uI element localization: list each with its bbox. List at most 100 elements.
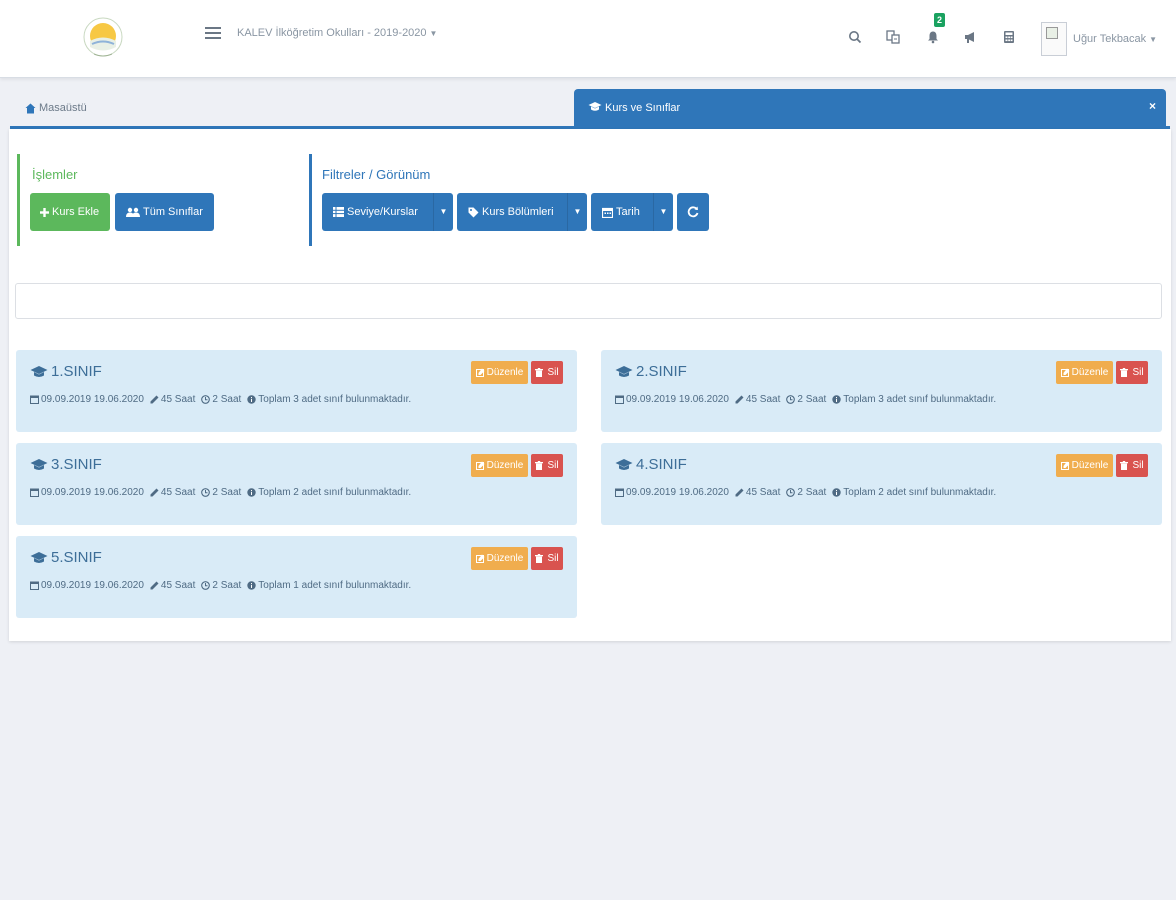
caret-down-icon[interactable]: ▼ [567, 193, 587, 231]
delete-button[interactable]: Sil [531, 547, 563, 570]
calendar-icon [30, 487, 41, 498]
class-hours: 45 Saat [745, 394, 781, 405]
pencil-icon [735, 487, 746, 498]
date-label: Tarih [616, 206, 640, 218]
graduation-cap-icon [588, 101, 602, 113]
info-icon [247, 580, 258, 591]
tag-icon [468, 207, 479, 218]
tab-courses-classes[interactable]: Kurs ve Sınıflar × [574, 89, 1166, 127]
class-name[interactable]: 2.SINIF [636, 363, 687, 380]
edit-button[interactable]: Düzenle [471, 361, 528, 384]
graduation-cap-icon [615, 458, 633, 472]
class-card[interactable]: 2.SINIF Düzenle Sil 09.09.2019 19.06.2020 45… [601, 350, 1162, 432]
calculator-icon[interactable] [1002, 30, 1016, 44]
refresh-button[interactable] [677, 193, 709, 231]
caret-down-icon[interactable]: ▼ [433, 193, 453, 231]
class-total: Toplam 3 adet sınıf bulunmaktadır. [843, 394, 997, 405]
level-courses-label: Seviye/Kurslar [347, 206, 418, 218]
edit-label: Düzenle [486, 460, 524, 472]
level-courses-button[interactable]: Seviye/Kurslar [322, 193, 418, 231]
class-name[interactable]: 1.SINIF [51, 363, 102, 380]
edit-button[interactable]: Düzenle [471, 454, 528, 477]
class-info: 09.09.2019 19.06.2020 45 Saat 2 Saat Toplam… [30, 580, 411, 591]
class-card[interactable]: 5.SINIF Düzenle Sil 09.09.2019 19.06.2020 45… [16, 536, 577, 618]
class-card[interactable]: 4.SINIF Düzenle Sil 09.09.2019 19.06.2020 45… [601, 443, 1162, 525]
all-classes-button[interactable]: Tüm Sınıflar [115, 193, 214, 231]
bell-icon[interactable] [926, 30, 940, 44]
course-sections-dropdown[interactable]: Kurs Bölümleri ▼ [457, 193, 587, 231]
delete-button[interactable]: Sil [1116, 361, 1148, 384]
pencil-icon [150, 394, 161, 405]
class-name[interactable]: 4.SINIF [636, 456, 687, 473]
class-duration: 2 Saat [212, 394, 242, 405]
class-dates: 09.09.2019 19.06.2020 [41, 580, 144, 591]
calendar-icon [30, 580, 41, 591]
delete-label: Sil [547, 553, 559, 565]
info-icon [247, 394, 258, 405]
close-tab-icon[interactable]: × [1149, 99, 1156, 113]
delete-label: Sil [547, 460, 559, 472]
search-icon[interactable] [848, 30, 862, 44]
graduation-cap-icon [615, 365, 633, 379]
delete-button[interactable]: Sil [531, 361, 563, 384]
tab-courses-classes-label: Kurs ve Sınıflar [605, 102, 681, 114]
edit-icon [1060, 454, 1072, 477]
user-avatar[interactable] [1041, 22, 1067, 56]
edit-button[interactable]: Düzenle [1056, 454, 1113, 477]
class-name[interactable]: 3.SINIF [51, 456, 102, 473]
refresh-icon [687, 205, 699, 218]
edit-button[interactable]: Düzenle [1056, 361, 1113, 384]
info-icon [832, 487, 843, 498]
add-course-button[interactable]: Kurs Ekle [30, 193, 110, 231]
info-icon [832, 394, 843, 405]
class-duration: 2 Saat [212, 580, 242, 591]
sun-logo-icon[interactable] [80, 14, 126, 62]
edit-button[interactable]: Düzenle [471, 547, 528, 570]
course-sections-button[interactable]: Kurs Bölümleri [457, 193, 554, 231]
class-hours: 45 Saat [160, 487, 196, 498]
search-filter-bar[interactable] [15, 283, 1162, 319]
class-card[interactable]: 3.SINIF Düzenle Sil 09.09.2019 19.06.2020 45… [16, 443, 577, 525]
tab-dashboard-label: Masaüstü [39, 102, 87, 114]
class-dates: 09.09.2019 19.06.2020 [41, 487, 144, 498]
edit-icon [475, 547, 487, 570]
clock-icon [786, 394, 797, 405]
date-dropdown[interactable]: Tarih ▼ [591, 193, 673, 231]
tab-dashboard[interactable]: Masaüstü [12, 92, 212, 124]
class-info: 09.09.2019 19.06.2020 45 Saat 2 Saat Toplam… [615, 394, 996, 405]
user-menu[interactable]: Uğur Tekbacak ▼ [1073, 33, 1157, 45]
delete-button[interactable]: Sil [1116, 454, 1148, 477]
class-duration: 2 Saat [797, 487, 827, 498]
delete-button[interactable]: Sil [531, 454, 563, 477]
class-info: 09.09.2019 19.06.2020 45 Saat 2 Saat Toplam… [30, 394, 411, 405]
calendar-icon [615, 487, 626, 498]
level-courses-dropdown[interactable]: Seviye/Kurslar ▼ [322, 193, 453, 231]
pencil-icon [150, 487, 161, 498]
class-duration: 2 Saat [212, 487, 242, 498]
all-classes-label: Tüm Sınıflar [143, 206, 203, 218]
plus-icon [40, 207, 49, 217]
translate-icon[interactable] [886, 30, 900, 44]
class-total: Toplam 1 adet sınıf bulunmaktadır. [258, 580, 412, 591]
trash-icon [1120, 454, 1130, 477]
caret-down-icon[interactable]: ▼ [653, 193, 673, 231]
operations-title: İşlemler [32, 167, 78, 182]
school-name: KALEV İlköğretim Okulları - 2019-2020 [237, 27, 427, 39]
clock-icon [201, 487, 212, 498]
graduation-cap-icon [30, 458, 48, 472]
home-icon [25, 103, 36, 114]
class-name[interactable]: 5.SINIF [51, 549, 102, 566]
date-button[interactable]: Tarih [591, 193, 640, 231]
clock-icon [201, 580, 212, 591]
filters-title: Filtreler / Görünüm [322, 167, 431, 182]
caret-down-icon: ▼ [1149, 35, 1158, 44]
edit-label: Düzenle [486, 367, 524, 379]
info-icon [247, 487, 258, 498]
calendar-icon [30, 394, 41, 405]
class-info: 09.09.2019 19.06.2020 45 Saat 2 Saat Toplam… [615, 487, 996, 498]
hamburger-menu-icon[interactable] [205, 24, 221, 40]
class-card[interactable]: 1.SINIF Düzenle Sil 09.09.2019 19.06.2020 45… [16, 350, 577, 432]
school-selector[interactable]: KALEV İlköğretim Okulları - 2019-2020 ▼ [237, 27, 437, 39]
megaphone-icon[interactable] [963, 30, 977, 44]
edit-label: Düzenle [1071, 367, 1109, 379]
